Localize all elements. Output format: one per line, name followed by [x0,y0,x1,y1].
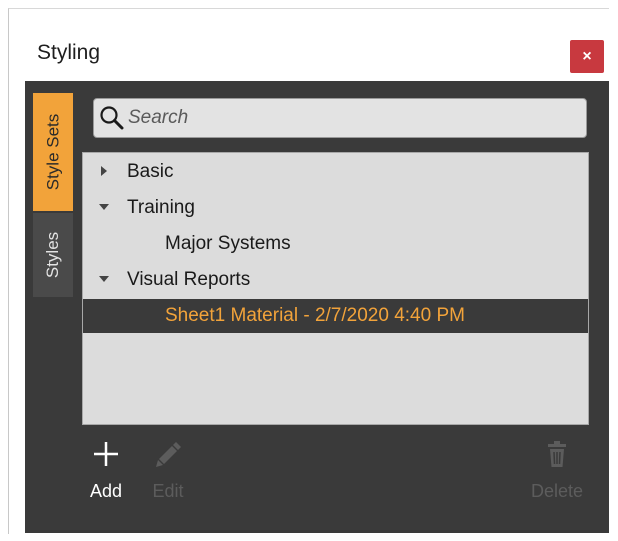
tree-item-label: Visual Reports [127,269,251,290]
search-icon [100,106,124,130]
expanded-arrow-icon[interactable] [99,202,109,212]
edit-button[interactable]: Edit [133,439,203,509]
tree-item-visual-reports[interactable]: Visual Reports [83,263,588,297]
tree-item-label: Major Systems [165,233,291,254]
close-icon: × [582,47,592,65]
tree-item-label: Training [127,197,195,218]
tree-item-label: Sheet1 Material - 2/7/2020 4:40 PM [165,305,465,326]
style-sets-tree: Basic Training Major Systems Visual Repo… [82,152,589,425]
delete-button-label: Delete [530,481,584,501]
tab-styles-label: Styles [43,231,63,279]
search-input[interactable] [128,101,568,135]
add-button-label: Add [89,481,123,501]
add-button[interactable]: Add [71,439,141,509]
collapsed-arrow-icon[interactable] [99,166,109,176]
tab-style-sets[interactable]: Style Sets [33,93,73,211]
edit-button-label: Edit [152,481,184,501]
window-title: Styling [37,41,101,64]
tree-item-training[interactable]: Training [83,191,588,225]
title-bar: Styling × [9,9,609,81]
plus-icon [94,442,118,466]
styling-panel: Style Sets Styles Basic [25,81,609,533]
delete-button[interactable]: Delete [522,439,592,509]
tree-item-major-systems[interactable]: Major Systems [83,227,588,261]
tree-item-sheet1-material[interactable]: Sheet1 Material - 2/7/2020 4:40 PM [83,299,588,333]
trash-icon [548,441,566,467]
tree-item-basic[interactable]: Basic [83,155,588,189]
styling-window: Styling × Style Sets Styles Ba [8,8,609,534]
tab-styles[interactable]: Styles [33,213,73,297]
tab-style-sets-label: Style Sets [43,113,63,191]
search-box[interactable] [93,98,587,138]
tree-item-label: Basic [127,161,174,182]
close-button[interactable]: × [570,40,604,73]
expanded-arrow-icon[interactable] [99,274,109,284]
pencil-icon [156,442,181,467]
